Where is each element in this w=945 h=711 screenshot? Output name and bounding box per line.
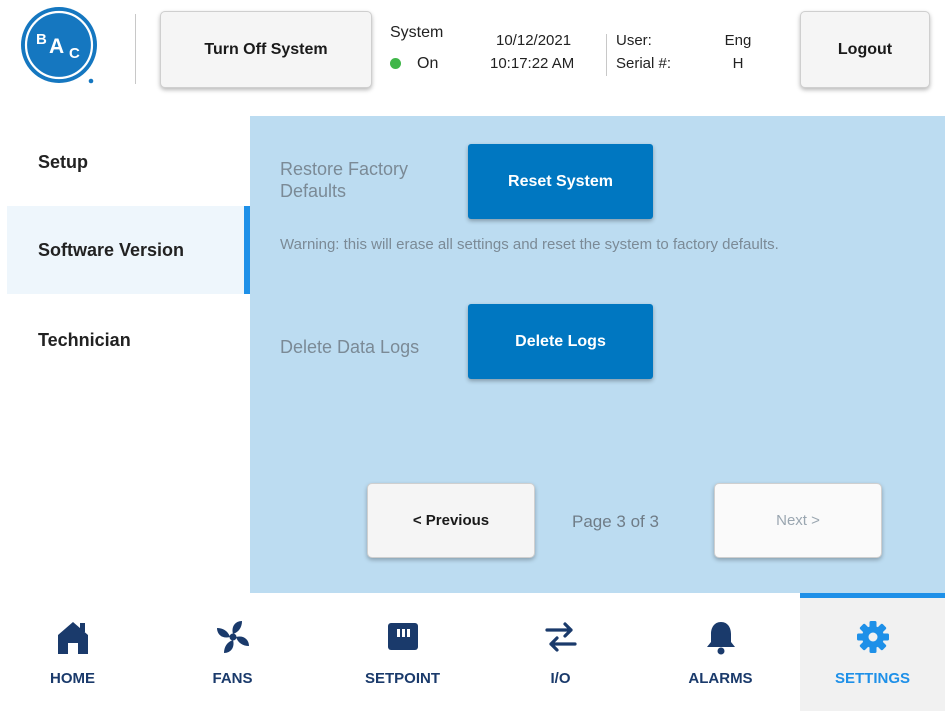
sidebar-item-technician[interactable]: Technician	[7, 294, 250, 384]
sidebar-item-setup[interactable]: Setup	[7, 116, 250, 206]
nav-setpoint[interactable]: SETPOINT	[330, 593, 475, 711]
header: B A C Turn Off System System On 10/12/20…	[0, 0, 945, 100]
serial-value: H	[732, 55, 744, 72]
svg-text:A: A	[49, 35, 64, 58]
sidebar-item-software-version[interactable]: Software Version	[7, 206, 250, 294]
reset-warning-text: Warning: this will erase all settings an…	[280, 236, 779, 253]
svg-text:B: B	[36, 31, 47, 48]
nav-io-label: I/O	[550, 670, 571, 687]
info-divider	[606, 34, 607, 76]
nav-fans[interactable]: FANS	[160, 593, 305, 711]
content-panel: Restore Factory Defaults Reset System Wa…	[250, 116, 945, 593]
serial-label: Serial #:	[616, 55, 672, 72]
system-status-indicator	[390, 58, 401, 69]
system-label: System	[390, 24, 444, 41]
delete-data-logs-label: Delete Data Logs	[280, 337, 420, 357]
restore-factory-defaults-label: Restore Factory Defaults	[280, 159, 409, 201]
turn-off-system-button[interactable]: Turn Off System	[160, 11, 372, 88]
system-state: On	[417, 55, 439, 72]
io-arrows-icon	[544, 622, 577, 652]
bottom-navigation: HOME FANS SETPOINT I/O ALARMS SETTINGS	[0, 593, 945, 711]
next-page-button[interactable]: Next >	[714, 483, 882, 558]
nav-setpoint-label: SETPOINT	[364, 670, 440, 687]
date-display: 10/12/2021	[496, 32, 572, 49]
user-value: Eng	[724, 32, 752, 49]
nav-fans-label: FANS	[212, 670, 253, 687]
bell-icon	[706, 622, 735, 655]
previous-page-button[interactable]: < Previous	[367, 483, 535, 558]
nav-alarms-label: ALARMS	[688, 670, 753, 687]
svg-text:C: C	[69, 45, 80, 62]
logout-button[interactable]: Logout	[800, 11, 930, 88]
nav-alarms[interactable]: ALARMS	[648, 593, 793, 711]
reset-system-button[interactable]: Reset System	[468, 144, 653, 219]
bac-logo: B A C	[21, 7, 97, 84]
page-indicator: Page 3 of 3	[572, 512, 659, 531]
delete-logs-button[interactable]: Delete Logs	[468, 304, 653, 379]
user-label: User:	[616, 32, 652, 49]
home-icon	[57, 622, 88, 654]
nav-home[interactable]: HOME	[0, 593, 145, 711]
nav-home-label: HOME	[50, 670, 95, 687]
time-display: 10:17:22 AM	[490, 55, 575, 72]
fan-icon	[216, 621, 249, 653]
gear-icon	[856, 621, 889, 653]
nav-settings[interactable]: SETTINGS	[800, 593, 945, 711]
settings-sidebar: Setup Software Version Technician	[7, 116, 250, 593]
setpoint-icon	[387, 623, 418, 650]
nav-io[interactable]: I/O	[488, 593, 633, 711]
nav-settings-label: SETTINGS	[834, 670, 910, 687]
logo-divider	[135, 14, 136, 84]
